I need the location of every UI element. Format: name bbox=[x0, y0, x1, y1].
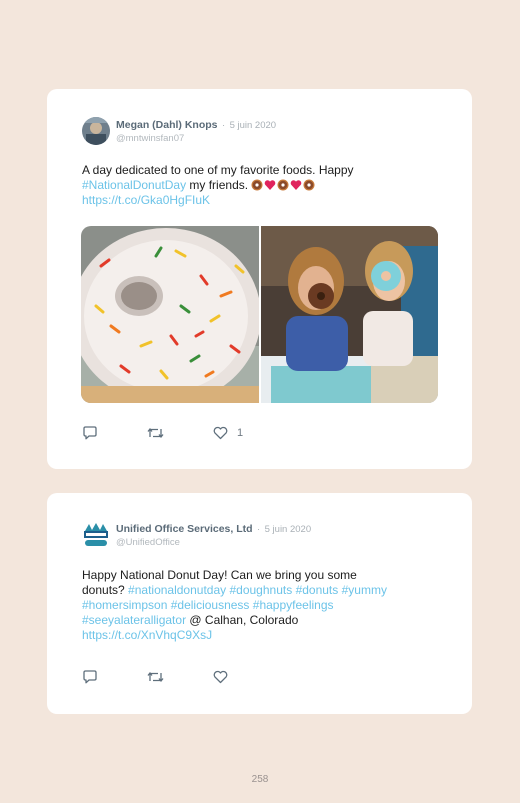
tweet-text-part: A day dedicated to one of my favorite fo… bbox=[82, 163, 354, 177]
heart-icon bbox=[265, 180, 276, 190]
hashtag-link[interactable]: #deliciousness bbox=[171, 598, 250, 612]
tweet-url[interactable]: https://t.co/XnVhqC9XsJ bbox=[82, 628, 212, 642]
photo-grid bbox=[81, 226, 438, 403]
author-handle[interactable]: @UnifiedOffice bbox=[116, 536, 311, 549]
heart-icon bbox=[213, 670, 228, 684]
heart-icon bbox=[213, 426, 228, 440]
hashtag-link[interactable]: #seeyalateralligator bbox=[82, 613, 186, 627]
separator: · bbox=[257, 524, 261, 535]
tweet-header: Unified Office Services, Ltd · 5 juin 20… bbox=[82, 521, 311, 549]
author-info: Megan (Dahl) Knops · 5 juin 2020 @mntwin… bbox=[116, 117, 276, 145]
like-button[interactable]: 1 bbox=[213, 426, 243, 440]
avatar[interactable] bbox=[82, 521, 110, 549]
tweet-text-part: Happy National Donut Day! Can we bring y… bbox=[82, 568, 357, 582]
tweet-date[interactable]: 5 juin 2020 bbox=[230, 120, 276, 131]
author-name[interactable]: Megan (Dahl) Knops bbox=[116, 119, 218, 131]
hashtag-link[interactable]: #nationaldonutday bbox=[128, 583, 226, 597]
tweet-actions bbox=[82, 670, 277, 684]
author-name[interactable]: Unified Office Services, Ltd bbox=[116, 523, 253, 535]
author-handle[interactable]: @mntwinsfan07 bbox=[116, 132, 276, 145]
donut-icon bbox=[277, 179, 289, 191]
tweet-text: A day dedicated to one of my favorite fo… bbox=[82, 163, 437, 208]
reply-button[interactable] bbox=[82, 670, 98, 684]
retweet-icon bbox=[147, 671, 164, 683]
tweet-actions: 1 bbox=[82, 426, 292, 440]
reply-icon bbox=[83, 426, 97, 440]
avatar[interactable] bbox=[82, 117, 110, 145]
like-count: 1 bbox=[237, 427, 244, 439]
tweet-url[interactable]: https://t.co/Gka0HgFIuK bbox=[82, 193, 210, 207]
retweet-icon bbox=[147, 427, 164, 439]
page-number: 258 bbox=[251, 774, 269, 785]
separator: · bbox=[221, 120, 226, 131]
donut-photo[interactable] bbox=[81, 226, 261, 403]
emoji-row bbox=[251, 179, 315, 191]
author-info: Unified Office Services, Ltd · 5 juin 20… bbox=[116, 521, 311, 549]
hashtag-link[interactable]: #happyfeelings bbox=[253, 598, 334, 612]
heart-icon bbox=[291, 180, 302, 190]
hashtag-link[interactable]: #homersimpson bbox=[82, 598, 167, 612]
reply-button[interactable] bbox=[82, 426, 98, 440]
hashtag-link[interactable]: #yummy bbox=[342, 583, 387, 597]
hashtag-link[interactable]: #NationalDonutDay bbox=[82, 178, 186, 192]
tweet-text-part: my friends. bbox=[186, 178, 252, 192]
tweet-date[interactable]: 5 juin 2020 bbox=[265, 524, 311, 535]
tweet-text-part: donuts? bbox=[82, 583, 129, 597]
retweet-button[interactable] bbox=[147, 426, 164, 440]
location-text: @ Calhan, Colorado bbox=[186, 613, 299, 627]
people-photo[interactable] bbox=[261, 226, 438, 403]
donut-icon bbox=[303, 179, 315, 191]
reply-icon bbox=[83, 670, 97, 684]
tweet-card: Megan (Dahl) Knops · 5 juin 2020 @mntwin… bbox=[47, 89, 472, 469]
hashtag-link[interactable]: #donuts bbox=[296, 583, 339, 597]
donut-icon bbox=[251, 179, 263, 191]
tweet-card: Unified Office Services, Ltd · 5 juin 20… bbox=[47, 493, 472, 714]
tweet-header: Megan (Dahl) Knops · 5 juin 2020 @mntwin… bbox=[82, 117, 276, 145]
hashtag-link[interactable]: #doughnuts bbox=[229, 583, 292, 597]
like-button[interactable] bbox=[213, 670, 228, 684]
tweet-text: Happy National Donut Day! Can we bring y… bbox=[82, 568, 437, 643]
retweet-button[interactable] bbox=[147, 670, 164, 684]
